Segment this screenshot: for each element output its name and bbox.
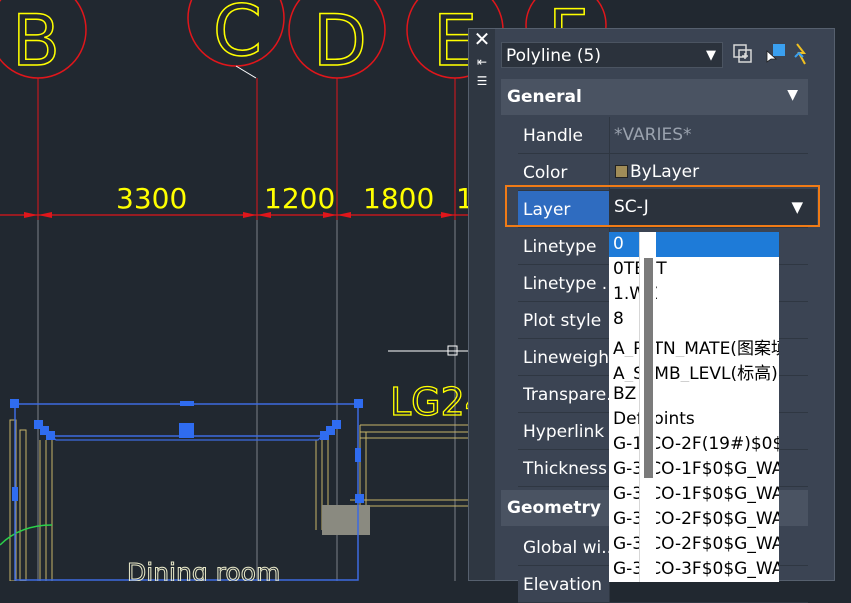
- dim-text-3300: 3300: [116, 182, 187, 215]
- autohide-icon[interactable]: ⇤: [473, 55, 491, 69]
- layer-option[interactable]: A_PATN_MATE(图案填: [609, 332, 779, 357]
- furniture-outline: [9, 419, 470, 581]
- prop-name: Hyperlink: [523, 422, 605, 442]
- object-type-dropdown[interactable]: Polyline (5) ▼: [501, 42, 723, 68]
- section-general-title: General: [507, 87, 582, 107]
- layer-option[interactable]: BZ: [609, 382, 779, 407]
- column-block: [322, 505, 370, 535]
- prop-name: Linetype ...: [523, 274, 611, 294]
- layer-option[interactable]: 1.WZ: [609, 282, 779, 307]
- layer-option[interactable]: 0: [609, 232, 779, 257]
- toggle-pickadd-icon[interactable]: [731, 42, 755, 66]
- color-swatch: [615, 165, 628, 178]
- scrollbar-thumb[interactable]: [644, 258, 653, 478]
- grid-bubble-c: C: [187, 0, 285, 73]
- layer-option[interactable]: Defpoints: [609, 407, 779, 432]
- layer-dropdown-scrollbar[interactable]: [639, 232, 656, 582]
- prop-name: Lineweight: [523, 348, 611, 368]
- prop-name: Transpare...: [523, 385, 611, 405]
- section-geometry-title: Geometry: [507, 498, 601, 518]
- svg-text:B: B: [12, 0, 60, 82]
- prop-name: Color: [523, 163, 568, 183]
- layer-focus-highlight: [505, 185, 820, 227]
- layer-option[interactable]: G-3-CO-1F$0$G_WAL: [609, 482, 779, 507]
- dim-text-1200: 1200: [264, 182, 335, 215]
- palette-title-strip[interactable]: ✕ ⇤ ☰: [469, 29, 495, 580]
- properties-menu-icon[interactable]: ☰: [473, 74, 491, 88]
- chevron-down-icon: ▼: [706, 48, 716, 63]
- layer-option[interactable]: 8: [609, 307, 779, 332]
- svg-text:C: C: [213, 0, 262, 72]
- section-general[interactable]: General ▼: [501, 79, 808, 115]
- prop-name: Handle: [523, 126, 583, 146]
- layer-option[interactable]: 0TEXT: [609, 257, 779, 282]
- quick-select-icon[interactable]: [791, 42, 815, 66]
- layer-option[interactable]: G-1-CO-2F(19#)$0$G: [609, 432, 779, 457]
- layer-option[interactable]: A_SYMB_LEVL(标高): [609, 357, 779, 382]
- prop-name: Thickness: [523, 459, 608, 479]
- object-type-label: Polyline (5): [506, 46, 601, 66]
- properties-palette[interactable]: ✕ ⇤ ☰ Polyline (5) ▼ General ▼ Handle *V…: [468, 28, 835, 603]
- select-objects-icon[interactable]: [764, 42, 788, 66]
- layer-option[interactable]: G-3-CO-2F$0$G_WAL: [609, 532, 779, 557]
- prop-value: *VARIES*: [614, 125, 692, 145]
- room-label: Dining room: [127, 558, 280, 581]
- prop-row-handle[interactable]: Handle *VARIES*: [518, 117, 808, 154]
- prop-value: ByLayer: [630, 162, 700, 182]
- selected-polyline[interactable]: [10, 399, 364, 581]
- close-icon[interactable]: ✕: [473, 29, 491, 49]
- layer-option[interactable]: G-3-CO-2F$0$G_WAL: [609, 507, 779, 532]
- chevron-down-icon[interactable]: ▼: [787, 87, 798, 103]
- prop-name: Plot style: [523, 311, 602, 331]
- prop-name: Linetype: [523, 237, 597, 257]
- layer-option[interactable]: G-3-CO-3F$0$G_WAL: [609, 557, 779, 582]
- prop-name: Elevation: [523, 575, 602, 595]
- grid-bubble-b: B: [0, 0, 87, 83]
- prop-name: Global wi...: [523, 538, 611, 558]
- grid-bubble-d: D: [288, 0, 386, 83]
- dim-text-1800: 1800: [363, 182, 434, 215]
- layer-option[interactable]: G-3-CO-1F$0$G_WAL: [609, 457, 779, 482]
- crosshair-cursor: [388, 345, 468, 356]
- svg-text:D: D: [313, 0, 367, 82]
- layer-dropdown-list[interactable]: 0 0TEXT 1.WZ 8 A_PATN_MATE(图案填 A_SYMB_LE…: [609, 232, 779, 582]
